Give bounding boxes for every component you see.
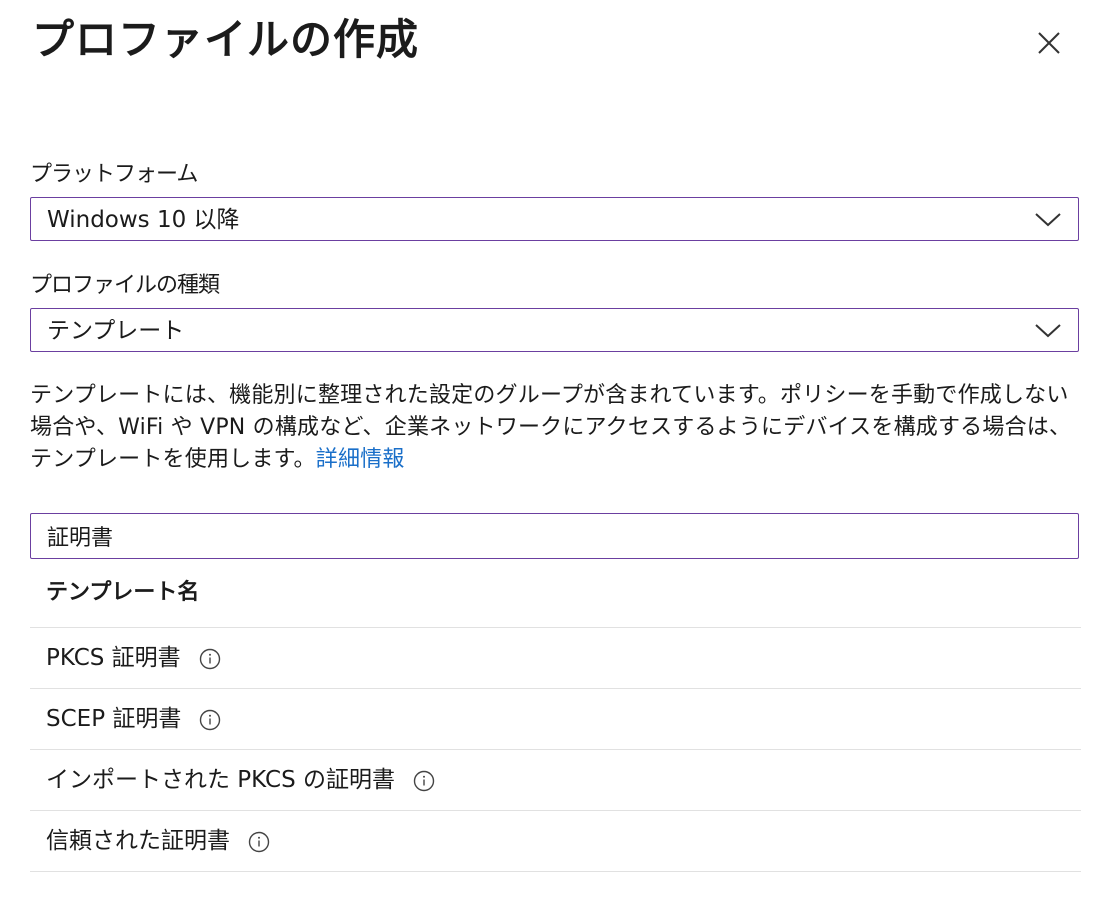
page-title: プロファイルの作成 [32, 15, 420, 64]
table-column-header: テンプレート名 [30, 567, 1081, 628]
row-label: SCEP 証明書 [46, 706, 182, 732]
table-row[interactable]: PKCS 証明書 [30, 628, 1081, 689]
create-profile-panel: プロファイルの作成 プラットフォーム Windows 10 以降 プロファイルの… [0, 0, 1107, 911]
profile-type-dropdown[interactable]: テンプレート [30, 308, 1079, 352]
info-icon[interactable] [199, 648, 221, 670]
profile-type-dropdown-value: テンプレート [47, 318, 185, 344]
platform-label: プラットフォーム [30, 162, 198, 187]
table-row[interactable]: 信頼された証明書 [30, 811, 1081, 872]
table-row[interactable]: SCEP 証明書 [30, 689, 1081, 750]
info-icon[interactable] [248, 831, 270, 853]
chevron-down-icon [1035, 324, 1061, 338]
description-text: テンプレートには、機能別に整理された設定のグループが含まれています。ポリシーを手… [30, 383, 1072, 472]
platform-dropdown[interactable]: Windows 10 以降 [30, 197, 1079, 241]
template-table: テンプレート名 PKCS 証明書 SCEP 証明書 インポートされた PKCS … [30, 567, 1081, 872]
row-label: 信頼された証明書 [46, 828, 230, 854]
row-label: インポートされた PKCS の証明書 [46, 767, 395, 793]
profile-type-label: プロファイルの種類 [30, 273, 220, 298]
learn-more-link[interactable]: 詳細情報 [316, 447, 405, 472]
table-row[interactable]: インポートされた PKCS の証明書 [30, 750, 1081, 811]
template-search-input[interactable] [30, 513, 1079, 559]
template-description: テンプレートには、機能別に整理された設定のグループが含まれています。ポリシーを手… [30, 380, 1080, 476]
info-icon[interactable] [199, 709, 221, 731]
close-icon[interactable] [1030, 24, 1068, 62]
info-icon[interactable] [413, 770, 435, 792]
platform-dropdown-value: Windows 10 以降 [47, 207, 240, 233]
row-label: PKCS 証明書 [46, 645, 181, 671]
chevron-down-icon [1035, 213, 1061, 227]
